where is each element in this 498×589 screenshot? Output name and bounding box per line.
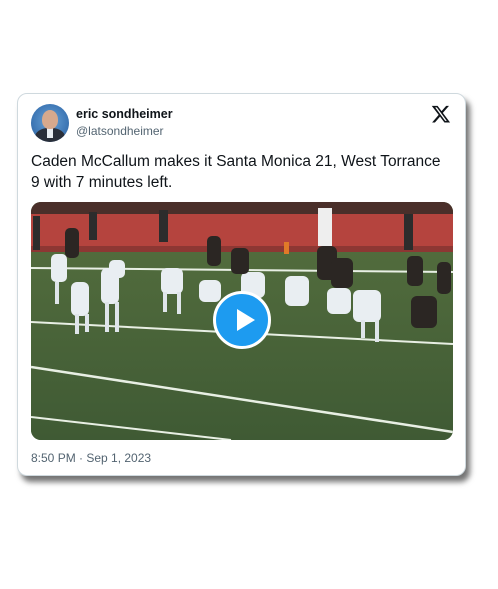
play-triangle bbox=[237, 309, 255, 331]
avatar[interactable] bbox=[31, 104, 69, 142]
tweet-timestamp[interactable]: 8:50 PM · Sep 1, 2023 bbox=[31, 451, 151, 465]
video-player[interactable] bbox=[31, 202, 453, 440]
tweet-card[interactable]: eric sondheimer @latsondheimer Caden McC… bbox=[17, 93, 466, 476]
author-name[interactable]: eric sondheimer bbox=[76, 107, 173, 121]
play-icon[interactable] bbox=[213, 291, 271, 349]
x-logo-icon[interactable] bbox=[431, 104, 451, 124]
avatar-shirt bbox=[47, 128, 53, 138]
author-handle[interactable]: @latsondheimer bbox=[76, 124, 164, 138]
avatar-face bbox=[42, 110, 58, 129]
tweet-text: Caden McCallum makes it Santa Monica 21,… bbox=[31, 153, 441, 191]
